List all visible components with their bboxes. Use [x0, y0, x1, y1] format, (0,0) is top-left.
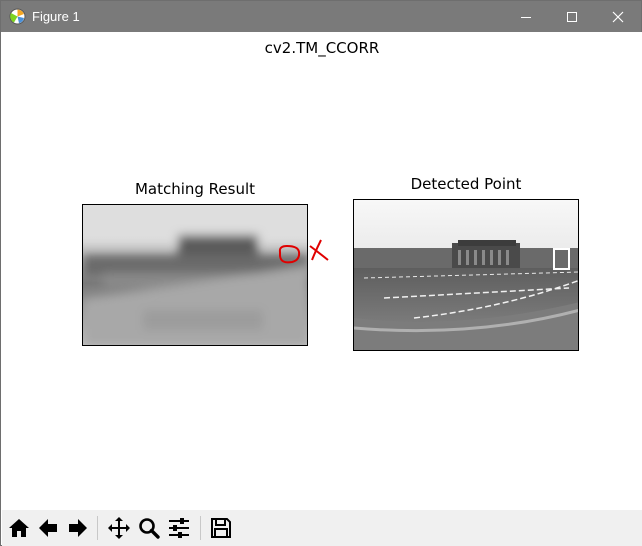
configure-subplots-icon: [169, 518, 189, 538]
minimize-icon: [521, 16, 531, 18]
configure-subplots-button[interactable]: [165, 514, 193, 542]
close-icon: [612, 11, 624, 22]
pan-button[interactable]: [105, 514, 133, 542]
detected-point-image[interactable]: [353, 199, 579, 351]
matching-result-title: Matching Result: [134, 180, 256, 198]
window-title: Figure 1: [32, 9, 80, 24]
title-bar[interactable]: Figure 1: [1, 1, 641, 32]
zoom-button[interactable]: [135, 514, 163, 542]
toolbar-separator: [200, 516, 201, 540]
detected-point-title: Detected Point: [410, 175, 522, 193]
figure-window: Figure 1 cv2.TM_CCORR Matching Result De…: [0, 0, 642, 546]
figure-suptitle: cv2.TM_CCORR: [264, 39, 380, 57]
matplotlib-icon: [9, 8, 26, 25]
toolbar-separator: [97, 516, 98, 540]
save-icon: [211, 518, 231, 538]
minimize-button[interactable]: [503, 1, 549, 32]
figure-canvas[interactable]: cv2.TM_CCORR Matching Result Detected Po…: [2, 32, 642, 510]
maximize-icon: [567, 11, 577, 22]
maximize-button[interactable]: [549, 1, 595, 32]
zoom-icon: [139, 518, 160, 539]
home-icon: [9, 519, 29, 537]
close-button[interactable]: [595, 1, 641, 32]
forward-icon: [69, 519, 87, 537]
red-annotation: [278, 239, 329, 264]
back-icon: [39, 519, 57, 537]
back-button[interactable]: [34, 514, 62, 542]
forward-button[interactable]: [64, 514, 92, 542]
home-button[interactable]: [5, 514, 33, 542]
navigation-toolbar: [2, 510, 642, 546]
save-button[interactable]: [207, 514, 235, 542]
pan-icon: [108, 517, 130, 539]
